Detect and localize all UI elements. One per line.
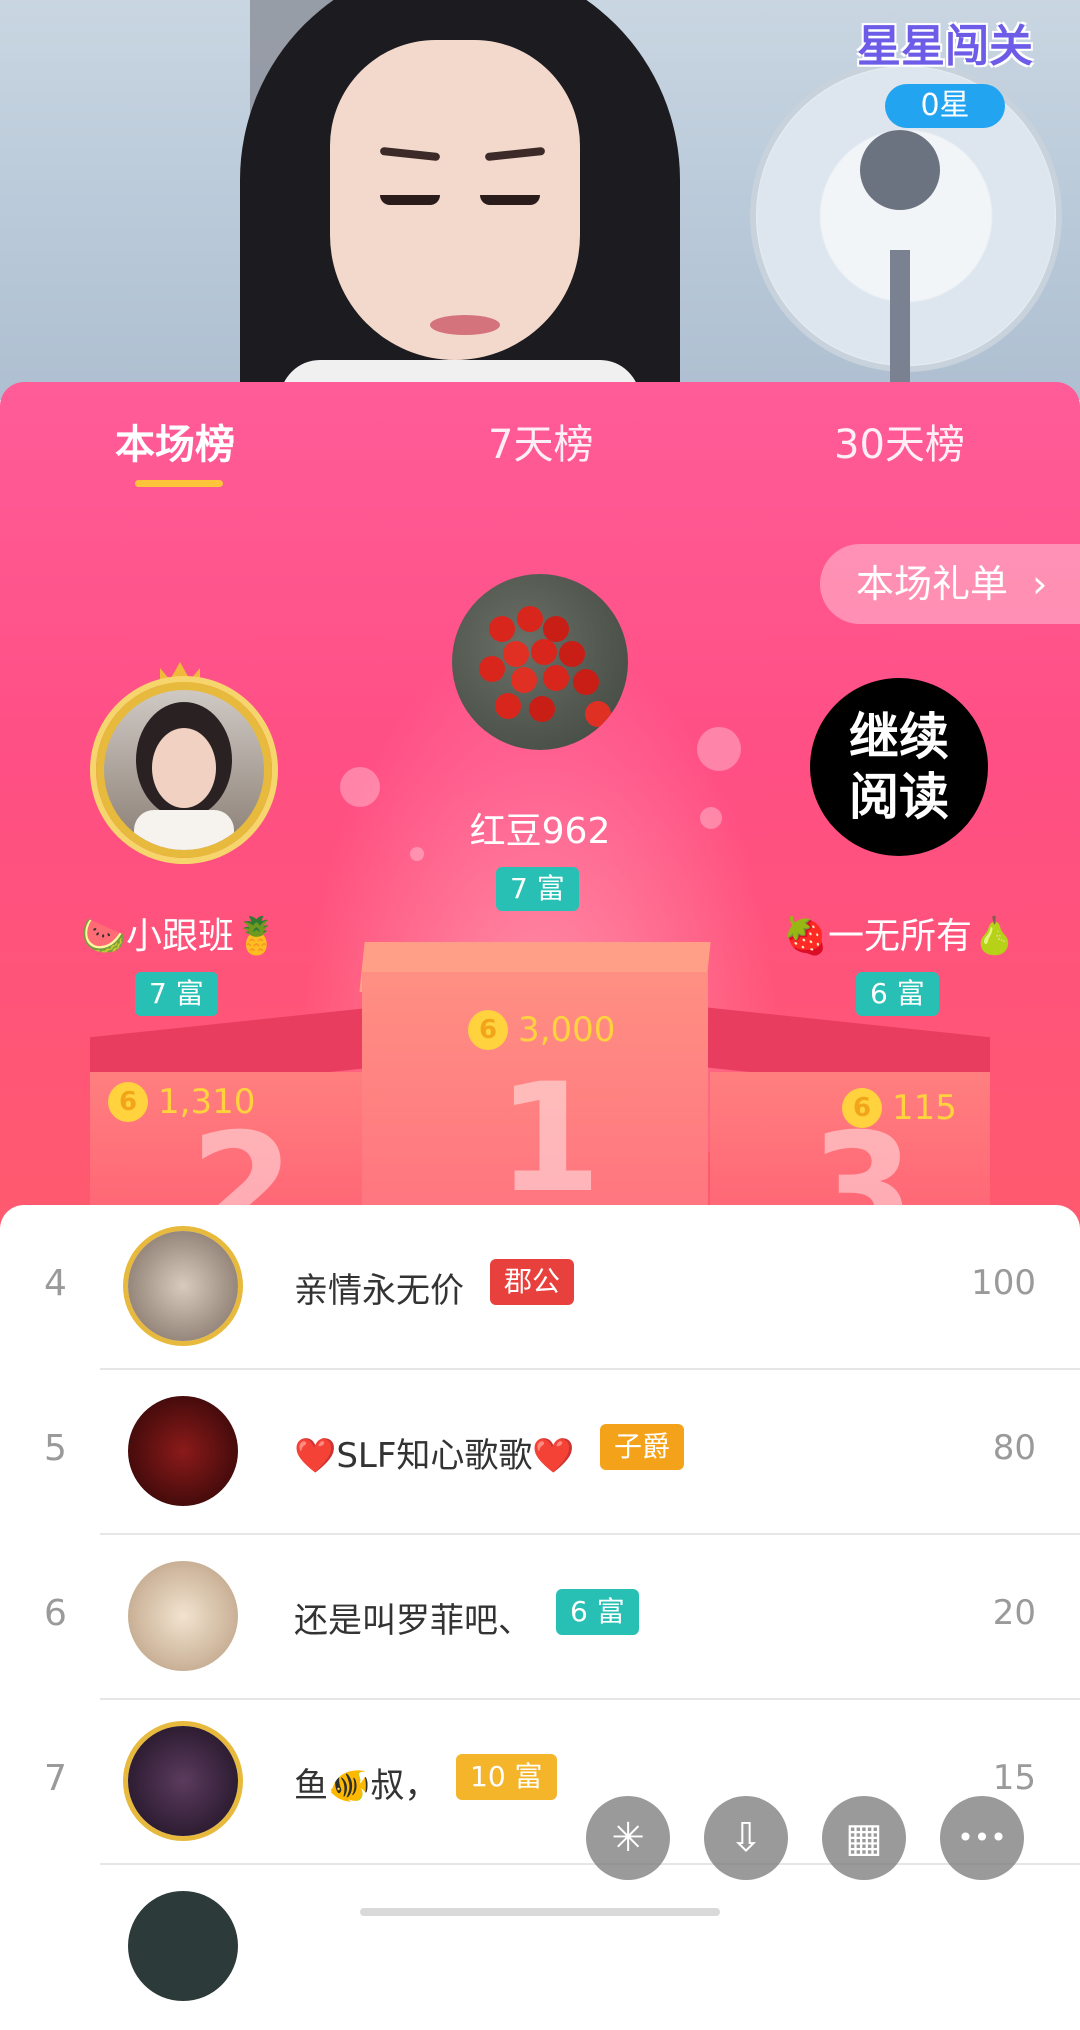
third-place-name: 🍓一无所有🍐 [783,916,1017,957]
second-place-coin-value: 1,310 [158,1082,256,1122]
star-count-pill: 0星 [885,84,1005,128]
third-place-level-badge: 6 富 [856,972,939,1016]
third-place-coin-value: 115 [892,1088,957,1128]
user-name: 还是叫罗菲吧、 [294,1601,532,1641]
user-name: ❤️SLF知心歌歌❤️ [294,1436,575,1476]
first-place-coins: 6 3,000 [468,1010,615,1050]
coin-icon: 6 [842,1088,882,1128]
score: 80 [992,1428,1036,1468]
streamer-face [330,40,580,360]
first-place-coin-value: 3,000 [518,1010,616,1050]
share-icon[interactable]: ✳ [586,1796,670,1880]
second-place-name: 🍉小跟班🍍 [81,916,279,957]
streamer-figure [240,0,680,400]
rank-number: 7 [44,1758,67,1799]
ring-light-stand [890,250,910,400]
gift-list-label: 本场礼单 [856,562,1009,606]
second-place-level-badge: 7 富 [135,972,218,1016]
active-tab-underline [135,480,223,487]
streamer-lips [430,315,500,335]
first-place-level-badge: 7 富 [496,867,579,911]
list-item[interactable]: 4 亲情永无价 郡公 100 [0,1205,1080,1370]
score: 15 [992,1758,1036,1798]
list-item[interactable]: 7 鱼🐠叔， 10 富 15 [0,1700,1080,1865]
coin-icon: 6 [468,1010,508,1050]
third-place-avatar-text: 继续 阅读 [849,708,949,826]
user-name: 鱼🐠叔， [294,1766,439,1806]
rank-number: 4 [44,1263,67,1304]
avatar[interactable] [128,1396,238,1506]
tab-current-session[interactable]: 本场榜 [115,412,235,470]
home-indicator [360,1908,720,1916]
gift-list-button[interactable]: 本场礼单 › [820,544,1080,624]
score: 100 [971,1263,1036,1303]
rank-number: 5 [44,1428,67,1469]
noble-badge: 子爵 [600,1424,685,1470]
user-name: 亲情永无价 [294,1271,464,1311]
star-game-title: 星星闯关 [857,21,1033,72]
red-beans-image [479,606,611,727]
woman-portrait-image [134,702,234,850]
third-place-coins: 6 115 [842,1088,957,1128]
ranking-list: 4 亲情永无价 郡公 100 5 ❤️SLF知心歌歌❤️ 子爵 80 6 还是叫… [0,1205,1080,2001]
wealth-level-badge: 10 富 [456,1754,557,1800]
star-game-widget[interactable]: 星星闯关 0星 [850,10,1040,128]
streamer-eye-left [380,195,440,205]
ranking-panel: 本场榜 7天榜 30天榜 本场礼单 › 2 3 1 红豆962 7 富 6 3,… [0,382,1080,1232]
grid-icon[interactable]: ▦ [822,1796,906,1880]
avatar[interactable] [128,1891,238,2001]
avatar[interactable] [128,1561,238,1671]
more-icon[interactable]: ••• [940,1796,1024,1880]
decor-bubble [340,767,380,807]
first-place-avatar[interactable] [452,574,628,750]
rank-number: 6 [44,1593,67,1634]
score: 20 [992,1593,1036,1633]
noble-badge: 郡公 [490,1259,575,1305]
second-place-avatar[interactable] [96,682,272,858]
list-item[interactable]: 6 还是叫罗菲吧、 6 富 20 [0,1535,1080,1700]
second-place-coins: 6 1,310 [108,1082,255,1122]
avatar[interactable] [128,1726,238,1836]
ring-light-head [860,130,940,210]
ranking-tabs: 本场榜 7天榜 30天榜 [0,382,1080,502]
decor-bubble [700,807,722,829]
tab-7-days[interactable]: 7天榜 [488,412,593,470]
first-place-name: 红豆962 [469,811,611,852]
coin-icon: 6 [108,1082,148,1122]
list-item[interactable] [0,1865,1080,2030]
chevron-right-icon: › [1032,562,1048,606]
third-place-avatar[interactable]: 继续 阅读 [810,678,988,856]
download-icon[interactable]: ⇩ [704,1796,788,1880]
avatar[interactable] [128,1231,238,1341]
wealth-level-badge: 6 富 [556,1589,639,1635]
decor-bubble [697,727,741,771]
list-item[interactable]: 5 ❤️SLF知心歌歌❤️ 子爵 80 [0,1370,1080,1535]
tab-30-days[interactable]: 30天榜 [834,412,965,470]
podium-1-number: 1 [497,1052,602,1226]
streamer-eye-right [480,195,540,205]
